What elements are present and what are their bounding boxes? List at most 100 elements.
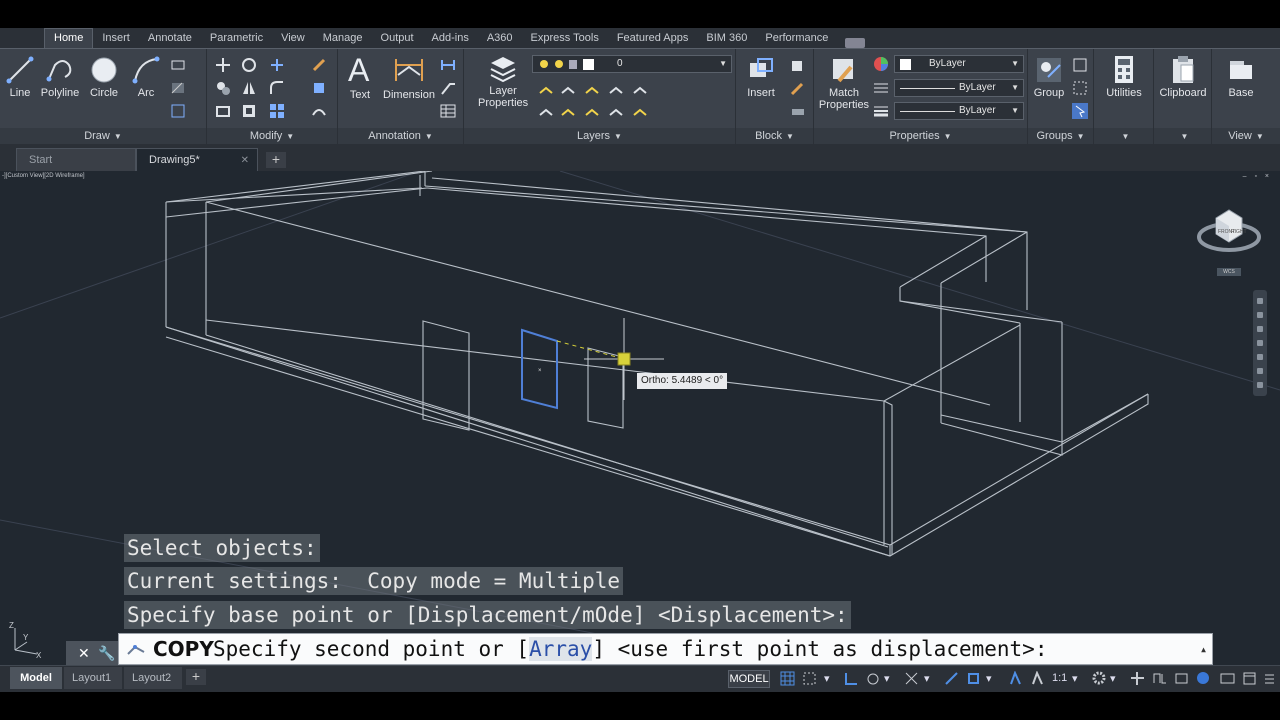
create-block-icon[interactable]	[790, 57, 806, 73]
erase-icon[interactable]	[311, 57, 327, 73]
annotation-monitor-icon[interactable]	[1130, 671, 1145, 686]
chevron-down-icon[interactable]: ▾	[924, 672, 930, 685]
workspace-gear-icon[interactable]	[1092, 671, 1107, 686]
grid-icon[interactable]	[780, 671, 795, 686]
tab-manage[interactable]: Manage	[314, 29, 372, 48]
panel-title-modify[interactable]: Modify ▼	[207, 128, 337, 145]
array-option-link[interactable]: Array	[529, 637, 593, 661]
layer-tool-icon[interactable]	[632, 105, 648, 121]
panel-title-groups[interactable]: Groups ▼	[1028, 128, 1093, 145]
command-history-toggle-icon[interactable]: ▲	[1201, 634, 1206, 665]
panel-title-layers[interactable]: Layers ▼	[464, 128, 735, 145]
clipboard-button[interactable]: Clipboard	[1156, 55, 1210, 99]
navigation-bar[interactable]	[1253, 290, 1267, 396]
circle-tool-button[interactable]: Circle	[86, 55, 122, 99]
viewport-window-controls[interactable]: – ▫ ×	[1243, 173, 1272, 180]
lineweight-dropdown[interactable]: ByLayer ▼	[894, 102, 1024, 120]
layer-tool-icon[interactable]	[560, 83, 576, 99]
tab-performance[interactable]: Performance	[756, 29, 837, 48]
leader-icon[interactable]	[440, 80, 456, 96]
isolate-objects-icon[interactable]	[1220, 671, 1235, 686]
new-layout-button[interactable]: +	[186, 669, 206, 685]
quick-properties-icon[interactable]	[1174, 671, 1189, 686]
hatch-icon[interactable]	[170, 80, 186, 96]
ortho-icon[interactable]	[844, 671, 859, 686]
group-button[interactable]: Group	[1030, 55, 1068, 99]
isodraft-icon[interactable]	[904, 671, 919, 686]
tab-home[interactable]: Home	[44, 28, 94, 48]
explode-icon[interactable]	[311, 80, 327, 96]
offset-icon[interactable]	[311, 103, 327, 119]
file-tab-drawing5[interactable]: Drawing5* ✕	[136, 148, 258, 171]
chevron-down-icon[interactable]: ▾	[1072, 672, 1078, 685]
insert-block-button[interactable]: Insert	[740, 55, 782, 99]
snap-icon[interactable]	[802, 671, 817, 686]
tab-insert[interactable]: Insert	[93, 29, 139, 48]
table-icon[interactable]	[440, 103, 456, 119]
move-icon[interactable]	[215, 57, 231, 73]
viewcube-icon[interactable]: FRONT RIGHT	[1196, 204, 1262, 264]
dimension-tool-button[interactable]: Dimension	[382, 53, 436, 101]
wcs-menu[interactable]: WCS	[1217, 268, 1241, 276]
chevron-down-icon[interactable]: ▾	[1110, 672, 1116, 685]
viewport-label[interactable]: -][Custom View][2D Wireframe]	[2, 173, 85, 179]
panel-title-properties[interactable]: Properties ▼	[814, 128, 1027, 145]
tab-model[interactable]: Model	[10, 667, 62, 689]
layer-properties-button[interactable]: Layer Properties	[478, 55, 528, 109]
layer-tool-icon[interactable]	[584, 105, 600, 121]
panel-title-utilities[interactable]: ▼	[1094, 128, 1153, 145]
linetype-dropdown[interactable]: ByLayer ▼	[894, 79, 1024, 97]
layer-tool-icon[interactable]	[584, 83, 600, 99]
layer-tool-icon[interactable]	[632, 83, 648, 99]
tab-layout1[interactable]: Layout1	[64, 667, 122, 689]
rectangle-icon[interactable]	[170, 57, 186, 73]
hardware-acceleration-icon[interactable]	[1196, 671, 1211, 686]
units-icon[interactable]	[1152, 671, 1167, 686]
tab-parametric[interactable]: Parametric	[201, 29, 272, 48]
trim-icon[interactable]	[269, 57, 285, 73]
layer-tool-icon[interactable]	[608, 105, 624, 121]
array-icon[interactable]	[269, 103, 285, 119]
group-edit-icon[interactable]	[1072, 80, 1088, 96]
tab-bim-360[interactable]: BIM 360	[697, 29, 756, 48]
layer-tool-icon[interactable]	[538, 105, 554, 121]
color-wheel-icon[interactable]	[873, 56, 889, 72]
tab-view[interactable]: View	[272, 29, 314, 48]
object-snap-tracking-icon[interactable]	[944, 671, 959, 686]
auto-scale-icon[interactable]	[1030, 671, 1045, 686]
scale-icon[interactable]	[241, 103, 257, 119]
panel-title-view[interactable]: View ▼	[1212, 128, 1280, 145]
model-space-toggle[interactable]: MODEL	[728, 670, 770, 688]
rotate-icon[interactable]	[241, 57, 257, 73]
ungroup-icon[interactable]	[1072, 57, 1088, 73]
arc-tool-button[interactable]: Arc	[128, 55, 164, 99]
chevron-down-icon[interactable]: ▾	[824, 672, 830, 685]
base-view-button[interactable]: Base	[1220, 55, 1262, 99]
command-line-input[interactable]: COPY Specify second point or [Array] <us…	[118, 633, 1213, 665]
tab-a360[interactable]: A360	[478, 29, 522, 48]
tab-annotate[interactable]: Annotate	[139, 29, 201, 48]
panel-title-annotation[interactable]: Annotation ▼	[338, 128, 463, 145]
layer-tool-icon[interactable]	[608, 83, 624, 99]
color-dropdown[interactable]: ByLayer ▼	[894, 55, 1024, 73]
region-icon[interactable]	[170, 103, 186, 119]
polyline-tool-button[interactable]: Polyline	[38, 55, 82, 99]
lineweight-icon[interactable]	[873, 103, 889, 119]
customization-icon[interactable]	[1262, 671, 1277, 686]
annotation-visibility-icon[interactable]	[1008, 671, 1023, 686]
layer-tool-icon[interactable]	[538, 83, 554, 99]
polar-tracking-icon[interactable]	[866, 671, 881, 686]
layer-dropdown[interactable]: 0 ▼	[532, 55, 732, 73]
mirror-icon[interactable]	[241, 80, 257, 96]
edit-block-icon[interactable]	[790, 80, 806, 96]
match-properties-button[interactable]: Match Properties	[818, 55, 870, 111]
line-tool-button[interactable]: Line	[4, 55, 36, 99]
file-tab-start[interactable]: Start	[16, 148, 136, 171]
fillet-icon[interactable]	[269, 80, 285, 96]
wrench-icon[interactable]: 🔧	[98, 645, 115, 662]
group-selection-icon[interactable]	[1072, 103, 1088, 119]
panel-title-block[interactable]: Block ▼	[736, 128, 813, 145]
panel-title-draw[interactable]: Draw ▼	[0, 128, 206, 145]
panel-title-clipboard[interactable]: ▼	[1154, 128, 1211, 145]
chevron-down-icon[interactable]: ▾	[986, 672, 992, 685]
